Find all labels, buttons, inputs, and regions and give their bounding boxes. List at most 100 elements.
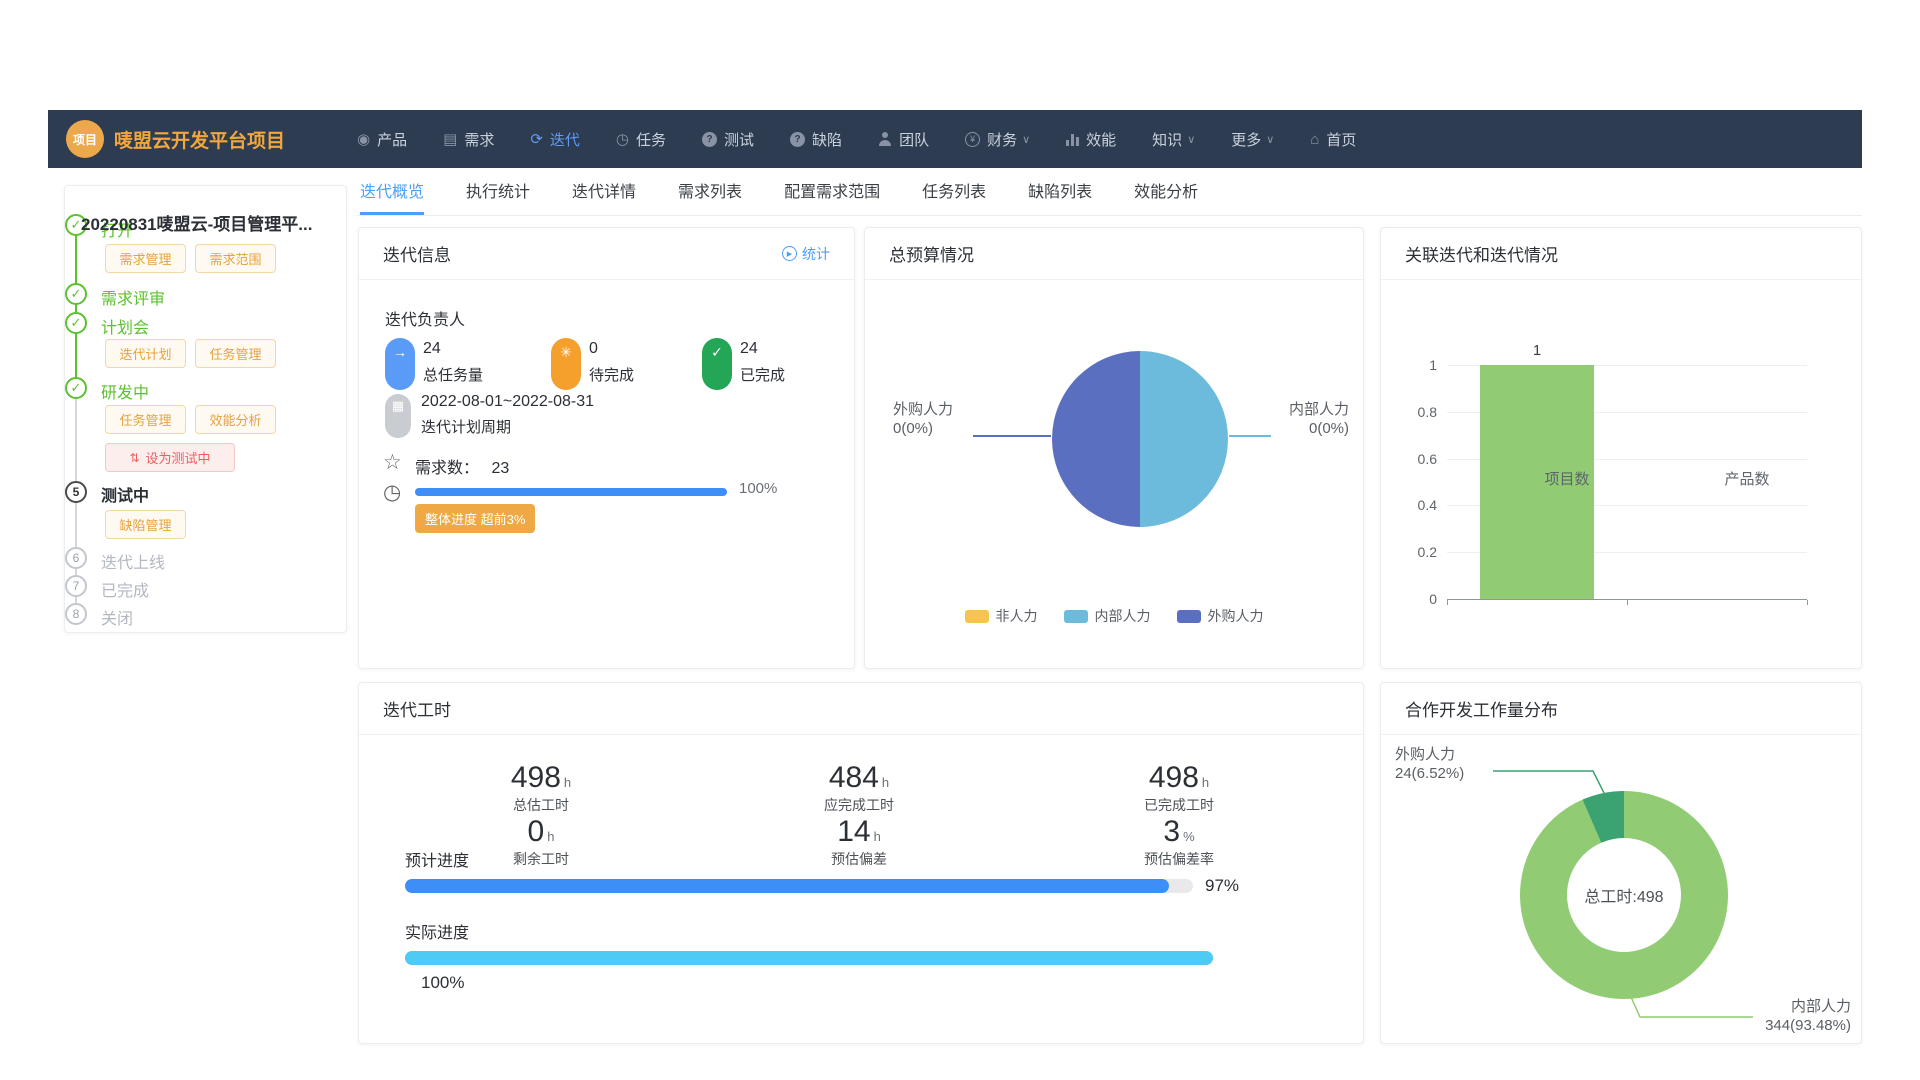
star-icon: ☆ <box>383 450 402 475</box>
total-tasks-stat: → 24 总任务量 <box>385 338 483 390</box>
stat-unit: h <box>547 829 554 844</box>
task-manage-button[interactable]: 任务管理 <box>105 405 186 434</box>
requirement-manage-button[interactable]: 需求管理 <box>105 244 186 273</box>
stat-unit: % <box>1183 829 1195 844</box>
card-title: 迭代工时 <box>383 696 451 721</box>
spinner-icon: ✳ <box>551 338 581 390</box>
step-label-launch: 迭代上线 <box>101 549 165 573</box>
nav-item-knowledge[interactable]: 知识 ∨ <box>1152 129 1195 150</box>
clock-icon: ◷ <box>383 480 401 505</box>
nav-label: 需求 <box>464 129 494 150</box>
legend-item-nonhuman[interactable]: 非人力 <box>965 606 1038 626</box>
actual-progress-percent: 100% <box>421 973 464 993</box>
iteration-period-value: 2022-08-01~2022-08-31 <box>421 393 594 411</box>
card-header: 合作开发工作量分布 <box>1381 683 1861 735</box>
check-icon: ✓ <box>702 338 732 390</box>
step-number-icon: 8 <box>65 603 87 625</box>
nav-item-finance[interactable]: ¥财务∨ <box>965 129 1030 150</box>
done-tasks-stat: ✓ 24 已完成 <box>702 338 785 390</box>
iteration-plan-button[interactable]: 迭代计划 <box>105 339 186 368</box>
nav-item-home[interactable]: ⌂首页 <box>1310 129 1356 150</box>
stat-value: 0 <box>589 340 634 358</box>
pie-leader-line <box>973 435 1051 437</box>
legend-label: 外购人力 <box>1208 606 1264 626</box>
play-circle-icon: ▶ <box>782 246 797 261</box>
tab-config-scope[interactable]: 配置需求范围 <box>784 178 880 215</box>
callout-label: 内部人力 <box>1681 997 1851 1016</box>
statistics-label: 统计 <box>802 244 830 264</box>
stat-unit: h <box>1202 775 1209 790</box>
callout-value: 344(93.48%) <box>1681 1016 1851 1035</box>
tab-task-list[interactable]: 任务列表 <box>922 178 986 215</box>
nav-item-defect[interactable]: ? 缺陷 <box>790 129 842 150</box>
chevron-down-icon: ∨ <box>1187 133 1195 146</box>
set-testing-button[interactable]: ⇅ 设为测试中 <box>105 443 235 472</box>
statistics-link[interactable]: ▶ 统计 <box>782 244 830 264</box>
card-header: 总预算情况 <box>865 228 1363 280</box>
work-stat-col-3: 498h 已完成工时 3% 预估偏差率 <box>1029 761 1329 869</box>
legend-swatch <box>1177 610 1201 623</box>
step-check-icon: ✓ <box>65 283 87 305</box>
stat-label: 总估工时 <box>391 795 691 815</box>
efficiency-analysis-button[interactable]: 效能分析 <box>195 405 276 434</box>
task-manage-button[interactable]: 任务管理 <box>195 339 276 368</box>
calendar-icon: ▦ <box>385 394 411 438</box>
nav-label: 知识 <box>1152 129 1182 150</box>
defect-manage-button[interactable]: 缺陷管理 <box>105 510 186 539</box>
legend-label: 内部人力 <box>1095 606 1151 626</box>
axis-tick <box>1447 600 1448 605</box>
tab-iteration-detail[interactable]: 迭代详情 <box>572 178 636 215</box>
tab-efficiency[interactable]: 效能分析 <box>1134 178 1198 215</box>
actual-progress-label: 实际进度 <box>405 919 469 943</box>
tab-requirement-list[interactable]: 需求列表 <box>678 178 742 215</box>
legend-item-internal[interactable]: 内部人力 <box>1064 606 1151 626</box>
budget-card: 总预算情况 外购人力 0(0%) 内部人力 0(0%) 非人力 内部人力 外购人… <box>864 227 1364 669</box>
stat-value: 14 <box>837 815 870 848</box>
callout-label: 外购人力 <box>893 400 953 419</box>
defect-icon: ? <box>790 132 805 147</box>
distribution-donut-chart[interactable]: 总工时:498 <box>1520 791 1728 999</box>
budget-pie-chart[interactable] <box>1052 351 1228 527</box>
stat-value: 0 <box>528 815 545 848</box>
swap-arrows-icon: ⇅ <box>129 451 139 465</box>
app-logo[interactable]: 项目 <box>66 120 104 158</box>
workflow-sidebar: 20220831唛盟云-项目管理平... ✓ 打开 需求管理 需求范围 ✓ 需求… <box>64 185 347 633</box>
main-menu: ◉产品 ▤需求 ⟳迭代 ◷任务 ? 测试 ? 缺陷 团队 ¥财务∨ 效能 知识 ∨ 更… <box>357 129 1356 150</box>
arrow-right-icon: → <box>385 338 415 390</box>
legend-swatch <box>965 610 989 623</box>
step-check-icon: ✓ <box>65 312 87 334</box>
y-tick: 0.2 <box>1407 544 1437 560</box>
callout-value: 0(0%) <box>1273 419 1349 438</box>
nav-item-product[interactable]: ◉产品 <box>357 129 407 150</box>
step-label-closed: 关闭 <box>101 605 133 629</box>
test-icon: ? <box>702 132 717 147</box>
todo-tasks-stat: ✳ 0 待完成 <box>551 338 634 390</box>
pie-leader-line <box>1229 435 1271 437</box>
requirement-scope-button[interactable]: 需求范围 <box>195 244 276 273</box>
nav-label: 测试 <box>724 129 754 150</box>
top-navbar: 项目 唛盟云开发平台项目 ◉产品 ▤需求 ⟳迭代 ◷任务 ?测试 ?缺陷 团队 … <box>48 110 1862 168</box>
tab-overview[interactable]: 迭代概览 <box>360 178 424 215</box>
nav-item-efficiency[interactable]: 效能 <box>1066 129 1116 150</box>
nav-label: 缺陷 <box>812 129 842 150</box>
nav-label: 首页 <box>1326 129 1356 150</box>
y-tick: 1 <box>1407 357 1437 373</box>
nav-item-requirements[interactable]: ▤需求 <box>443 129 494 150</box>
stat-value: 24 <box>423 340 483 358</box>
card-header: 关联迭代和迭代情况 <box>1381 228 1861 280</box>
nav-label: 财务 <box>987 129 1017 150</box>
nav-label: 效能 <box>1086 129 1116 150</box>
nav-item-task[interactable]: ◷任务 <box>616 129 666 150</box>
tab-exec-stats[interactable]: 执行统计 <box>466 178 530 215</box>
iteration-period-label: 迭代计划周期 <box>421 416 511 437</box>
nav-item-more[interactable]: 更多∨ <box>1231 129 1274 150</box>
nav-item-iteration[interactable]: ⟳迭代 <box>530 129 580 150</box>
card-title: 合作开发工作量分布 <box>1405 696 1558 721</box>
nav-item-test[interactable]: ? 测试 <box>702 129 754 150</box>
nav-item-team[interactable]: 团队 <box>878 129 929 150</box>
progress-badge: 整体进度 超前3% <box>415 504 535 533</box>
tab-defect-list[interactable]: 缺陷列表 <box>1028 178 1092 215</box>
legend-item-outsourced[interactable]: 外购人力 <box>1177 606 1264 626</box>
donut-callout-outsourced: 外购人力 24(6.52%) <box>1395 745 1464 783</box>
stat-label: 预估偏差 <box>709 849 1009 869</box>
